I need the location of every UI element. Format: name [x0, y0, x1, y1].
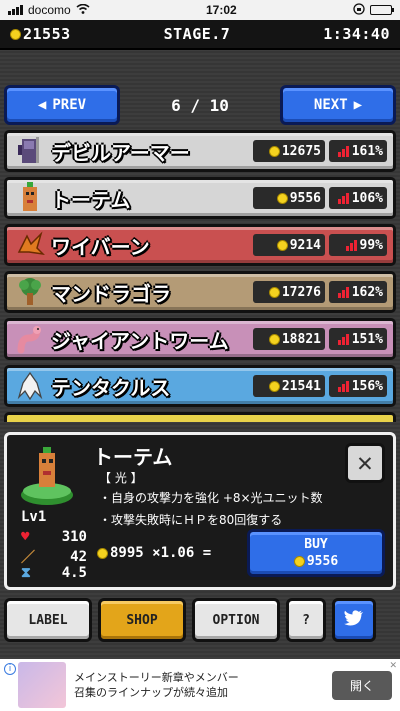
wyvern-icon — [15, 228, 45, 262]
unit-price: 9214 — [253, 234, 325, 256]
totem-icon — [15, 181, 45, 215]
coin-icon — [276, 192, 288, 204]
help-button[interactable]: ? — [286, 598, 326, 642]
close-icon: ✕ — [357, 448, 373, 478]
shop-button[interactable]: SHOP — [98, 598, 186, 642]
unit-row[interactable]: トーテム 9556 106% — [4, 177, 396, 219]
ad-thumbnail — [18, 662, 66, 708]
unit-element: 【 光 】 — [99, 471, 143, 485]
stage-label: STAGE.7 — [163, 25, 231, 43]
coin-icon — [10, 29, 21, 40]
coin-icon — [268, 145, 280, 157]
bar-chart-icon — [337, 380, 349, 392]
arrow-left-icon: ◀ — [37, 97, 47, 113]
unit-name: マンドラゴラ — [51, 281, 171, 306]
pager: ◀ PREV 6 / 10 NEXT ▶ — [4, 84, 396, 126]
unit-detail-name: トーテム — [93, 445, 173, 469]
unit-level: Lv1 — [21, 509, 47, 525]
unit-ratio: 156% — [329, 375, 387, 397]
buy-button[interactable]: BUY 9556 — [247, 529, 385, 577]
unit-ratio: 162% — [329, 281, 387, 303]
unit-row-partial — [4, 412, 396, 422]
unit-price: 12675 — [253, 140, 325, 162]
attack-stat: ／ 42 — [21, 549, 87, 566]
unit-price: 9556 — [253, 187, 325, 209]
unit-price: 17276 — [253, 281, 325, 303]
skill-description-1: ・自身の攻撃力を強化 +8×光ユニット数 — [99, 491, 323, 505]
ad-open-button[interactable]: 開く — [331, 670, 392, 700]
signal-icon — [8, 5, 23, 15]
sword-icon: ／ — [21, 550, 35, 566]
ad-banner[interactable]: i メインストーリー新章やメンバー 召集のラインナップが続々追加 開く ✕ — [0, 659, 400, 711]
hp-stat: ♥ 310 — [21, 529, 87, 545]
coin-icon — [268, 333, 280, 345]
ad-text: メインストーリー新章やメンバー 召集のラインナップが続々追加 — [74, 670, 239, 699]
unit-row[interactable]: マンドラゴラ 17276 162% — [4, 271, 396, 313]
unit-row[interactable]: ワイバーン 9214 99% — [4, 224, 396, 266]
totem-portrait-icon — [19, 443, 75, 507]
unit-ratio: 99% — [329, 234, 387, 256]
unit-name: デビルアーマー — [51, 140, 190, 165]
status-bar: docomo 17:02 — [0, 0, 400, 20]
unit-price: 21541 — [253, 375, 325, 397]
buy-price: 9556 — [293, 554, 338, 569]
unit-list: デビルアーマー 12675 161% トーテム 9556 106% ワイバーン … — [4, 130, 396, 422]
clock: 17:02 — [206, 3, 237, 17]
bar-chart-icon — [337, 192, 349, 204]
bar-chart-icon — [337, 286, 349, 298]
game-top-bar: 21553 STAGE.7 1:34:40 — [0, 20, 400, 50]
unit-name: ワイバーン — [51, 234, 150, 259]
ad-close-icon[interactable]: ✕ — [389, 661, 397, 671]
arrow-right-icon: ▶ — [353, 97, 363, 113]
unit-detail-panel: Lv1 ♥ 310 ／ 42 ⧗ 4.5 トーテム 【 光 】 ・自身の攻撃力を強化 … — [4, 432, 396, 590]
unit-ratio: 161% — [329, 140, 387, 162]
label-button[interactable]: LABEL — [4, 598, 92, 642]
speed-stat: ⧗ 4.5 — [21, 565, 87, 581]
unit-name: ジャイアントワーム — [51, 328, 229, 353]
coin-icon — [293, 556, 305, 567]
unit-name: テンタクルス — [51, 375, 171, 400]
prev-button[interactable]: ◀ PREV — [4, 85, 120, 125]
unit-price: 18821 — [253, 328, 325, 350]
menu-bar: LABEL SHOP OPTION ? — [4, 598, 396, 644]
mandragora-icon — [15, 275, 45, 309]
option-button[interactable]: OPTION — [192, 598, 280, 642]
battery-icon — [370, 5, 394, 15]
timer: 1:34:40 — [323, 25, 390, 43]
bar-chart-icon — [337, 333, 349, 345]
coin-icon — [97, 547, 108, 559]
close-button[interactable]: ✕ — [345, 443, 385, 483]
coin-icon — [268, 380, 280, 392]
wifi-icon — [76, 3, 90, 17]
coin-total: 21553 — [10, 25, 71, 43]
skill-description-2: ・攻撃失敗時にＨＰを80回復する — [99, 513, 283, 527]
carrier-label: docomo — [28, 3, 71, 17]
unit-row[interactable]: ジャイアントワーム 18821 151% — [4, 318, 396, 360]
bar-chart-icon — [345, 239, 357, 251]
price-formula: 8995 ×1.06 = — [97, 545, 211, 561]
unit-row[interactable]: テンタクルス 21541 156% — [4, 365, 396, 407]
unit-ratio: 106% — [329, 187, 387, 209]
next-button[interactable]: NEXT ▶ — [279, 85, 396, 125]
unit-row[interactable]: デビルアーマー 12675 161% — [4, 130, 396, 172]
armor-icon — [15, 134, 45, 168]
ad-info-icon[interactable]: i — [4, 663, 16, 675]
page-indicator: 6 / 10 — [171, 95, 229, 115]
coin-icon — [276, 239, 288, 251]
bar-chart-icon — [337, 145, 349, 157]
tentacle-icon — [15, 369, 45, 403]
unit-ratio: 151% — [329, 328, 387, 350]
worm-icon — [15, 322, 45, 356]
twitter-button[interactable] — [332, 598, 376, 642]
unit-name: トーテム — [51, 187, 131, 212]
hourglass-icon: ⧗ — [21, 565, 31, 581]
rotation-lock-icon — [353, 2, 365, 18]
twitter-bird-icon — [344, 610, 364, 630]
heart-icon: ♥ — [21, 529, 30, 545]
coin-icon — [268, 286, 280, 298]
